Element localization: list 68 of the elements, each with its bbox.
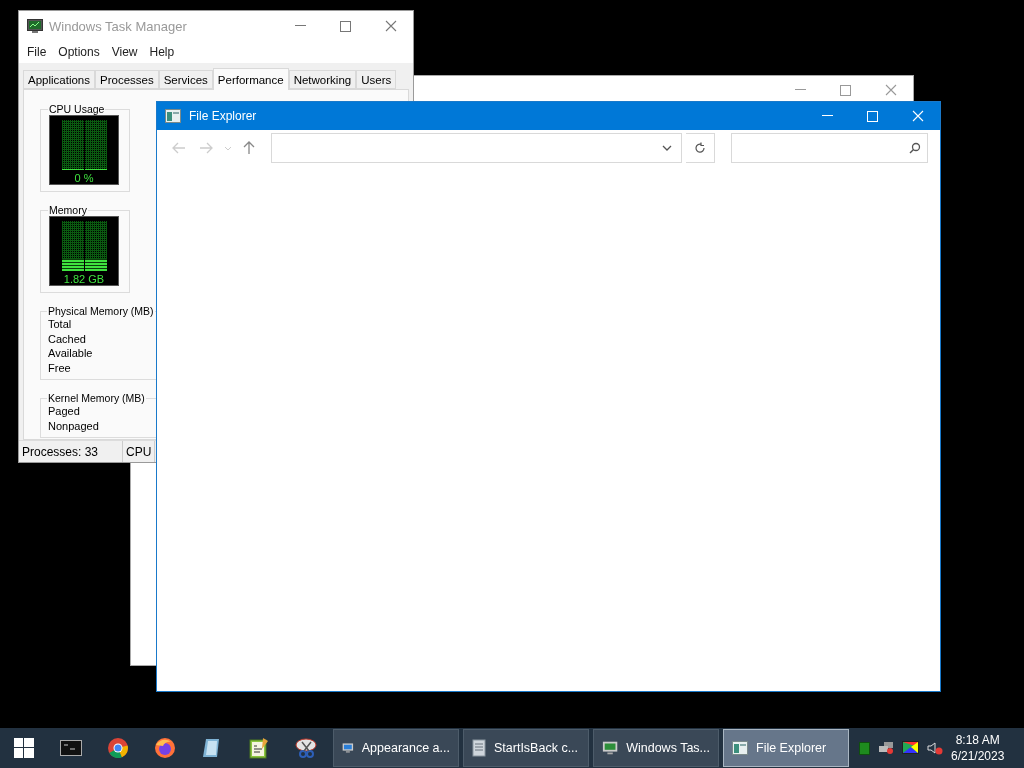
refresh-button[interactable]	[685, 133, 716, 163]
refresh-icon	[693, 142, 706, 154]
group-title: Memory	[48, 204, 88, 216]
color-display-icon	[902, 740, 919, 756]
address-field[interactable]	[270, 133, 682, 163]
window-icon	[732, 741, 748, 755]
up-arrow-icon	[243, 141, 256, 155]
scissors-icon	[293, 737, 318, 759]
window-icon	[165, 109, 181, 123]
tab[interactable]: Networking	[288, 70, 357, 89]
maximize-icon	[867, 110, 878, 122]
window-title: File Explorer	[189, 109, 258, 123]
tab[interactable]: Processes	[95, 70, 159, 89]
fox-browser-icon	[153, 737, 176, 759]
meter-reading: 0 %	[74, 172, 94, 184]
stat-label: Free	[48, 360, 72, 375]
tab[interactable]: Performance	[212, 68, 289, 90]
meter-reading: 1.82 GB	[63, 273, 105, 285]
status-text: CPU	[123, 441, 156, 462]
stat-label: Cached	[48, 331, 87, 346]
notepad-icon	[248, 737, 269, 759]
group-title: Physical Memory (MB)	[47, 305, 155, 317]
clock-date: 6/21/2023	[951, 748, 1005, 764]
maximize-icon	[840, 84, 851, 96]
tab[interactable]: Applications	[23, 70, 95, 89]
tab[interactable]: Services	[158, 70, 213, 89]
caret-icon	[223, 145, 232, 151]
stat-label: Total	[48, 317, 73, 332]
status-text: Processes: 33	[19, 441, 123, 462]
search-icon	[909, 142, 921, 154]
network-error-icon	[878, 741, 894, 755]
chevron-icon	[661, 145, 672, 151]
monitor-icon	[342, 740, 354, 756]
left-arrow-icon	[171, 142, 186, 154]
tray-app-icon	[859, 741, 870, 755]
glass-app-icon	[201, 737, 222, 759]
tab[interactable]: Users	[356, 70, 397, 89]
taskbar-button[interactable]: StartIsBack c...	[463, 729, 589, 767]
minimize-icon	[295, 25, 306, 27]
monitor-icon	[27, 18, 43, 34]
menu-item[interactable]: View	[105, 45, 144, 59]
taskbar-button[interactable]: Appearance a...	[333, 729, 459, 767]
minimize-icon	[822, 115, 833, 117]
stat-label: Nonpaged	[48, 418, 100, 433]
terminal-icon	[59, 740, 82, 756]
close-icon	[884, 84, 897, 96]
group-title: CPU Usage	[48, 103, 106, 115]
group-title: Kernel Memory (MB)	[47, 392, 146, 404]
close-icon	[384, 20, 397, 32]
menu-item[interactable]: File	[21, 45, 53, 59]
search-field[interactable]	[731, 133, 928, 163]
menu-item[interactable]: Help	[143, 45, 181, 59]
close-icon	[911, 110, 924, 122]
speaker-muted-icon	[927, 741, 943, 755]
clock-time: 8:18 AM	[955, 732, 1000, 748]
browser-icon	[106, 737, 129, 759]
document-icon	[472, 739, 486, 757]
window-title: Windows Task Manager	[49, 18, 188, 34]
right-arrow-icon	[199, 142, 214, 154]
minimize-icon	[795, 89, 806, 91]
windows-logo-icon	[13, 738, 34, 758]
stat-label: Paged	[48, 404, 81, 419]
stat-label: Available	[48, 346, 94, 361]
monitor-icon	[602, 740, 619, 756]
taskbar-button[interactable]: Windows Tas...	[593, 729, 719, 767]
maximize-icon	[340, 20, 351, 32]
taskbar-button[interactable]: File Explorer	[723, 729, 849, 767]
menu-item[interactable]: Options	[52, 45, 106, 59]
